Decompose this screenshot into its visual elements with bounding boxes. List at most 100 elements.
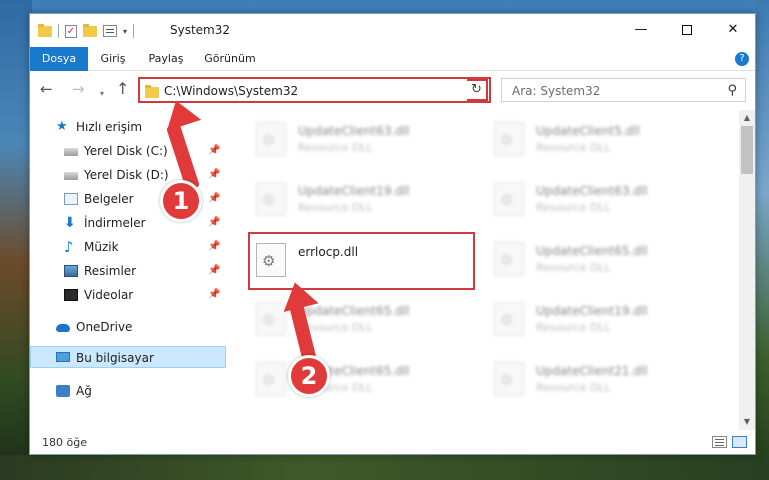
sidebar-item-this-pc[interactable]: Bu bilgisayar [30,346,226,368]
sidebar-item-pictures[interactable]: Resimler 📌 [30,260,226,282]
file-name: UpdateClient5.dll [536,124,640,138]
sidebar-item-label: Belgeler [84,192,134,206]
pin-icon[interactable]: 📌 [208,164,220,186]
quick-access-toolbar: ✓ ▾ [38,23,135,39]
sidebar-item-label: Videolar [84,288,134,302]
sidebar-item-videos[interactable]: Videolar 📌 [30,284,226,306]
scroll-down-icon[interactable]: ▼ [739,414,755,430]
sidebar-item-label: OneDrive [76,320,133,334]
file-description: Resource DLL [536,201,611,214]
sidebar-item-label: Yerel Disk (D:) [84,168,169,182]
sidebar-item-label: Hızlı erişim [76,120,143,134]
search-input[interactable]: Ara: System32 ⚲ [501,78,746,102]
file-item[interactable]: UpdateClient63.dll Resource DLL [464,174,689,222]
pin-icon[interactable]: 📌 [208,212,220,234]
dll-file-icon [256,122,286,156]
title-bar: ✓ ▾ System32 — ✕ [30,14,755,47]
properties-check-icon[interactable]: ✓ [65,24,77,38]
sidebar-item-label: Resimler [84,264,137,278]
maximize-button[interactable] [664,14,710,45]
customize-toolbar-icon[interactable] [103,25,117,37]
sidebar-item-local-disk-c[interactable]: Yerel Disk (C:) 📌 [30,140,226,162]
pin-icon[interactable]: 📌 [208,260,220,282]
dll-file-icon [256,362,286,396]
tab-file[interactable]: Dosya [30,47,88,71]
sidebar-item-onedrive[interactable]: OneDrive [30,316,226,338]
toolbar-dropdown-icon[interactable]: ▾ [123,27,127,36]
file-description: Resource DLL [298,201,373,214]
file-item[interactable]: UpdateClient63.dll Resource DLL [226,114,451,162]
sidebar-item-music[interactable]: ♪ Müzik 📌 [30,236,226,258]
tab-share[interactable]: Paylaş [144,47,188,71]
new-folder-icon[interactable] [83,23,97,37]
file-description: Resource DLL [536,321,611,334]
folder-icon[interactable] [38,23,52,37]
drive-icon [64,172,78,180]
address-path[interactable]: C:\Windows\System32 [164,84,298,98]
navigation-pane: ★ Hızlı erişim Yerel Disk (C:) 📌 Yerel D… [30,110,226,430]
search-icon[interactable]: ⚲ [727,83,737,98]
documents-icon [64,193,78,205]
scroll-up-icon[interactable]: ▲ [739,110,755,126]
pictures-icon [64,265,78,277]
window-title: System32 [170,23,231,37]
vertical-scrollbar[interactable]: ▲ ▼ [739,110,755,430]
dll-file-icon [256,182,286,216]
file-name: UpdateClient19.dll [298,184,410,198]
dll-file-icon [494,302,524,336]
file-item[interactable]: UpdateClient21.dll Resource DLL [464,354,689,402]
file-item[interactable]: UpdateClient65.dll Resource DLL [226,354,451,402]
annotation-badge-1: 1 [160,180,202,222]
details-view-icon[interactable] [712,436,727,448]
file-item[interactable]: UpdateClient19.dll Resource DLL [226,174,451,222]
sidebar-item-label: Bu bilgisayar [76,351,154,365]
pin-icon[interactable]: 📌 [208,188,220,210]
file-explorer-window: ✓ ▾ System32 — ✕ Dosya Giriş Paylaş Görü… [29,13,756,455]
network-icon [56,385,70,397]
recent-locations-button[interactable]: ▾ [100,86,104,102]
refresh-button[interactable]: ↻ [467,79,488,101]
back-button[interactable]: ← [40,81,53,97]
sidebar-item-label: Ağ [76,384,92,398]
desktop-background-left [0,0,32,480]
toolbar-separator [133,24,135,38]
file-item[interactable]: UpdateClient19.dll Resource DLL [464,294,689,342]
toolbar-separator [58,24,59,38]
tiles-view-icon[interactable] [732,436,747,448]
star-icon: ★ [56,119,68,134]
dll-file-icon [494,182,524,216]
file-item[interactable]: UpdateClient5.dll Resource DLL [464,114,689,162]
videos-icon [64,289,78,301]
file-name: UpdateClient21.dll [536,364,648,378]
dll-file-icon [494,362,524,396]
annotation-badge-2: 2 [288,355,330,397]
downloads-icon: ⬇ [64,215,76,231]
file-description: Resource DLL [536,261,611,274]
up-button[interactable]: ↑ [116,81,129,97]
scroll-thumb[interactable] [741,126,753,174]
desktop-background-right [755,0,769,480]
forward-button[interactable]: → [72,81,85,97]
tab-view[interactable]: Görünüm [200,47,260,71]
sidebar-item-downloads[interactable]: ⬇ İndirmeler 📌 [30,212,226,234]
pin-icon[interactable]: 📌 [208,236,220,258]
file-item[interactable]: UpdateClient65.dll Resource DLL [464,234,689,282]
dll-file-icon [494,242,524,276]
desktop-background-bottom [0,455,769,480]
music-icon: ♪ [64,238,74,256]
tab-home[interactable]: Giriş [96,47,130,71]
pin-icon[interactable]: 📌 [208,284,220,306]
minimize-button[interactable]: — [618,14,664,45]
pin-icon[interactable]: 📌 [208,140,220,162]
sidebar-item-network[interactable]: Ağ [30,380,226,402]
help-button[interactable]: ? [735,52,749,66]
file-name: UpdateClient65.dll [536,244,648,258]
ribbon-tabs: Dosya Giriş Paylaş Görünüm ? [30,47,755,71]
close-button[interactable]: ✕ [710,14,756,45]
status-bar: 180 öğe [30,432,755,454]
folder-icon [145,85,159,98]
file-highlight-box [248,232,475,290]
file-item[interactable]: UpdateClient65.dll Resource DLL [226,294,451,342]
drive-icon [64,148,78,156]
item-count: 180 öğe [42,436,87,449]
